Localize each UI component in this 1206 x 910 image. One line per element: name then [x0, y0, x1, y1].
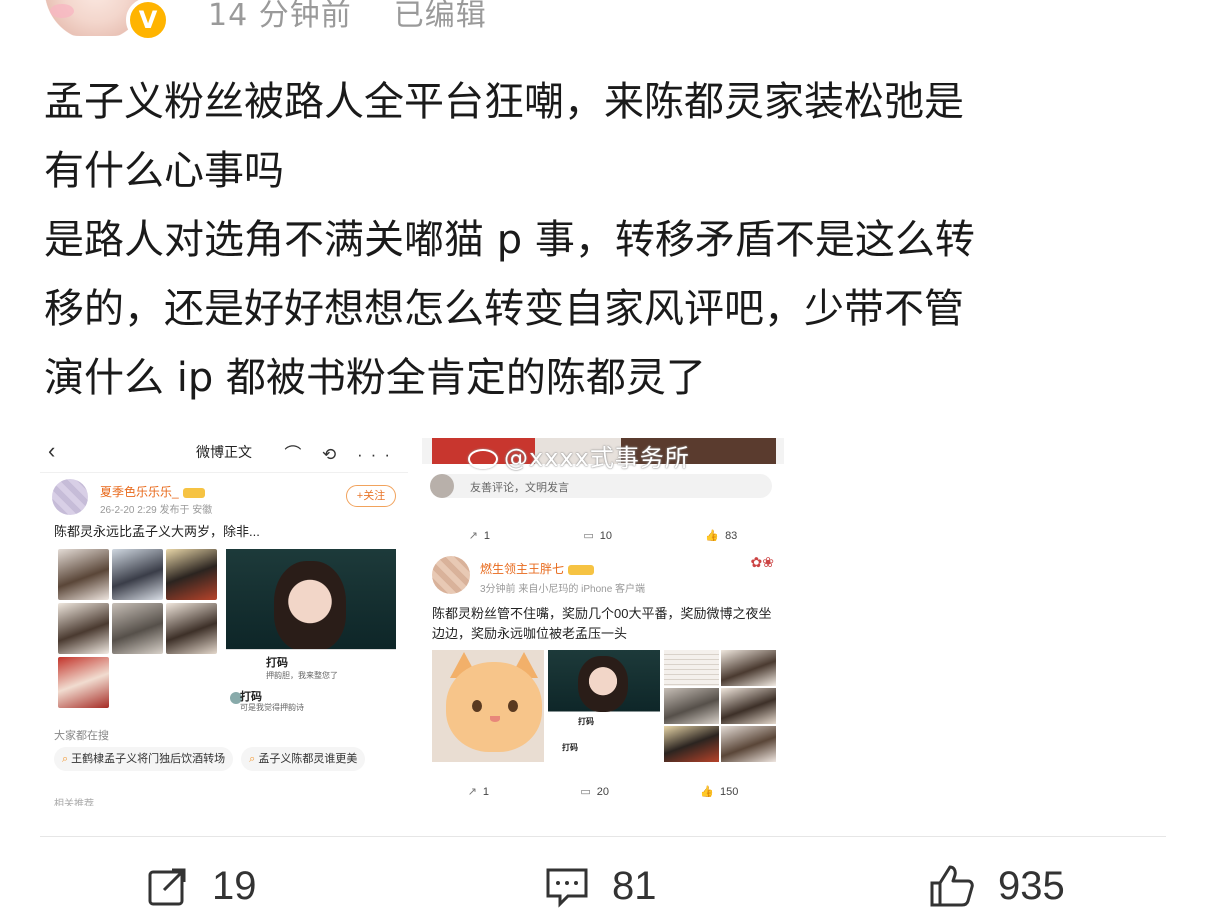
large-image: 打码 押韵胆，我来整您了 打码 可是我觉得押韵诗 [226, 549, 396, 713]
avatar [52, 479, 88, 515]
shot1-user: 夏季色乐乐乐_ 26-2-20 2:29 发布于 安徽 +关注 [40, 473, 408, 519]
grid-image [58, 603, 109, 654]
post-line: 是路人对选角不满关嘟猫 p 事，转移矛盾不是这么转 [44, 217, 975, 263]
like-count: 👍 150 [700, 785, 739, 798]
grid-image [166, 603, 217, 654]
user-name: 燃生领主王胖七 [480, 560, 595, 577]
post-time: 14 分钟前 [208, 0, 352, 33]
post-line: 孟子义粉丝被路人全平台狂嘲，来陈都灵家装松弛是 [44, 79, 964, 125]
edited-label[interactable]: 已编辑 [394, 0, 487, 33]
search-icon: ⌕ [249, 753, 256, 765]
grid-image [166, 549, 217, 600]
like-count: 935 [998, 863, 1065, 908]
weibo-post-page: V 14 分钟前 已编辑 孟子义粉丝被路人全平台狂嘲，来陈都灵家装松弛是 有什么心… [0, 0, 1206, 910]
action-bar: ↗ 1 ▭ 20 👍 150 [422, 776, 784, 804]
follow-button: +关注 [346, 485, 396, 507]
weibo-eye-icon [468, 449, 498, 469]
comment-count: 81 [612, 863, 657, 908]
quoted-post: 燃生领主王胖七 3分钟前 来自小尼玛的 iPhone 客户端 ✿❀ 陈都灵粉丝管… [422, 546, 784, 804]
like-icon: 👍 [700, 785, 714, 798]
attached-image-2[interactable]: 友善评论，文明发言 ↗ 1 ▭ 10 👍 83 燃生领主王胖七 3分钟前 来自小尼玛的… [422, 438, 784, 804]
collage-image [664, 650, 776, 762]
comment-placeholder: 友善评论，文明发言 [470, 482, 569, 494]
cat-sticker-image [432, 650, 544, 762]
post-time: 3分钟前 来自小尼玛的 iPhone 客户端 [480, 584, 646, 595]
card-sub: 押韵胆，我来整您了 [266, 671, 338, 680]
search-icon: ⌕ [62, 753, 69, 765]
grid-image [112, 549, 163, 600]
divider [40, 836, 1166, 837]
post-header: V 14 分钟前 已编辑 [0, 0, 1206, 42]
vip-badge-icon [182, 487, 205, 498]
like-icon: 👍 [705, 529, 720, 542]
repost-icon: ↗ [468, 529, 478, 542]
comment-count: ▭ 20 [580, 785, 609, 798]
post-time: 26-2-20 2:29 发布于 安徽 [100, 505, 213, 516]
portrait [274, 561, 346, 651]
repost-icon: ↗ [467, 785, 477, 798]
watermark: @xxxx式事务所 [468, 438, 690, 473]
hot-search-tags: ⌕ 王鹤棣孟子义将门独后饮酒转场 ⌕ 孟子义陈都灵谁更美 [40, 747, 408, 771]
comment-icon: ▭ [583, 529, 594, 542]
comment-icon: ▭ [580, 785, 591, 798]
user-name: 夏季色乐乐乐_ [100, 483, 205, 500]
comment-input: 友善评论，文明发言 [430, 474, 772, 498]
post-meta: 14 分钟前 已编辑 [208, 0, 487, 34]
grid-image [58, 549, 109, 600]
grid-image [58, 657, 109, 708]
shot1-images: 打码 押韵胆，我来整您了 打码 可是我觉得押韵诗 [40, 549, 408, 719]
thumbs-up-icon [930, 865, 974, 907]
repost-count: 19 [212, 863, 257, 908]
like-button[interactable]: 935 [928, 856, 1065, 910]
nav-icons: ⌒ ⟲ ··· [284, 445, 398, 464]
post-action-bar: 19 81 935 [0, 856, 1206, 910]
card-name: 打码 [266, 657, 288, 669]
shot1-nav: ‹ 微博正文 ⌒ ⟲ ··· [40, 430, 408, 472]
verified-badge-icon: V [126, 0, 170, 42]
image-text: 打码 [578, 717, 594, 726]
post-line: 移的，还是好好想想怎么转变自家风评吧，少带不管 [44, 286, 964, 332]
comment-count: ▭ 10 [583, 529, 613, 542]
comment-icon [546, 868, 588, 908]
image-text: 打码 [562, 743, 578, 752]
comment-button[interactable]: 81 [544, 856, 657, 910]
like-count: 👍 83 [705, 529, 738, 542]
repost-count: ↗ 1 [468, 529, 491, 542]
post-line: 有什么心事吗 [44, 148, 284, 194]
hot-search-tag: ⌕ 孟子义陈都灵谁更美 [241, 747, 366, 771]
avatar [432, 556, 470, 594]
hot-search-label: 大家都在搜 [54, 730, 109, 742]
repost-icon [148, 868, 186, 906]
screenshot-image: 打码 打码 [548, 650, 660, 762]
attached-image-1[interactable]: ‹ 微博正文 ⌒ ⟲ ··· 夏季色乐乐乐_ 26-2-20 2:29 发布于 … [40, 430, 408, 806]
card-sub: 可是我觉得押韵诗 [240, 703, 304, 712]
image-grid [58, 549, 218, 713]
comment-card: 打码 押韵胆，我来整您了 打码 可是我觉得押韵诗 [226, 649, 396, 713]
quoted-images: 打码 打码 [432, 650, 776, 762]
post-line: 演什么 ip 都被书粉全肯定的陈都灵了 [44, 355, 706, 401]
shot1-text: 陈都灵永远比孟子义大两岁，除非... [54, 524, 260, 539]
repost-button[interactable]: 19 [146, 856, 257, 910]
avatar [430, 474, 454, 498]
portrait [578, 656, 628, 712]
quoted-text: 陈都灵粉丝管不住嘴，奖励几个00大平番，奖励微博之夜坐边边，奖励永远咖位被老孟压… [432, 606, 772, 641]
grid-image [112, 603, 163, 654]
related-label: 相关推荐 [54, 799, 94, 806]
vip-badge-icon [568, 564, 595, 575]
decoration-icon: ✿❀ [750, 554, 774, 570]
post-text: 孟子义粉丝被路人全平台狂嘲，来陈都灵家装松弛是 有什么心事吗 是路人对选角不满关… [44, 68, 1154, 413]
repost-count: ↗ 1 [467, 785, 489, 798]
hot-search-tag: ⌕ 王鹤棣孟子义将门独后饮酒转场 [54, 747, 234, 771]
